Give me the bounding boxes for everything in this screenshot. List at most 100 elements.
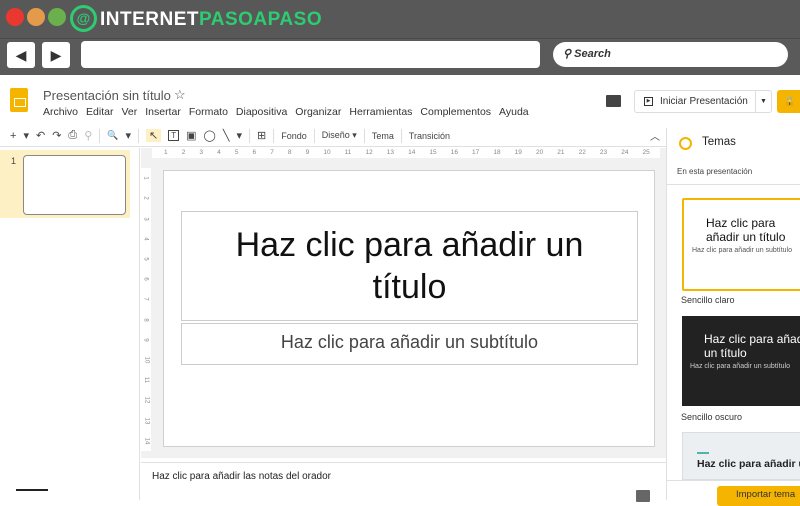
image-icon[interactable]: ▣ [186,129,196,142]
present-button[interactable]: ▶ Iniciar Presentación ▼ [634,90,772,113]
theme-card-dark[interactable]: Haz clic para añadir un título Haz clic … [682,316,800,406]
import-theme-button[interactable]: Importar tema [717,486,800,506]
paint-format-icon[interactable]: ⚲ [84,129,92,142]
ruler-tick-label: 1 [164,149,168,156]
theme-card[interactable]: Haz clic para añadir un título [682,432,800,480]
theme-card-title: Haz clic para añadir un título [706,216,786,244]
divider [99,128,101,143]
star-icon[interactable]: ☆ [174,87,186,103]
ruler-tick-label: 4 [143,237,149,241]
ruler-tick-label: 13 [143,417,149,424]
subtitle-placeholder[interactable]: Haz clic para añadir un subtítulo [181,323,638,365]
zoom-dropdown[interactable]: ▾ [126,129,132,142]
layout-button[interactable]: Diseño ▾ [322,130,357,141]
add-comment-icon[interactable]: ⊞ [257,129,266,142]
menu-insertar[interactable]: Insertar [145,106,181,118]
comments-icon[interactable] [606,95,621,107]
divider [400,128,402,143]
ruler-tick-label: 22 [578,149,586,156]
filmstrip-scrollbar[interactable] [16,489,48,491]
menu-editar[interactable]: Editar [86,106,113,118]
browser-titlebar: @ INTERNETPASOAPASO [0,0,800,38]
slide[interactable]: Haz clic para añadir un título Haz clic … [163,170,655,447]
share-button[interactable]: 🔒 [777,90,800,113]
maximize-window-button[interactable] [48,8,66,26]
menu-herramientas[interactable]: Herramientas [349,106,412,118]
explore-icon[interactable] [636,490,650,502]
back-button[interactable]: ◀ [7,42,35,68]
ruler-tick-label: 2 [143,196,149,200]
brand-logo-icon: @ [70,5,97,32]
search-icon: ⚲ [563,48,575,60]
theme-label: Sencillo oscuro [681,412,743,422]
theme-label: Sencillo claro [681,295,735,305]
title-placeholder[interactable]: Haz clic para añadir un título [181,211,638,321]
forward-button[interactable]: ▶ [42,42,70,68]
speaker-notes-placeholder[interactable]: Haz clic para añadir las notas del orado… [152,471,331,482]
theme-card-light[interactable]: Haz clic para añadir un título Haz clic … [682,198,800,291]
speaker-notes[interactable]: Haz clic para añadir las notas del orado… [141,462,666,502]
shape-icon[interactable]: ◯ [204,129,216,142]
ruler-tick-label: 12 [143,396,149,404]
collapse-toolbar-icon[interactable]: ︿ [650,128,660,143]
toolbar: + ▾ ↶ ↷ ⎙ ⚲ 🔍 ▾ ↖ T ▣ ◯ ╲ ▾ ⊞ Fondo Dise… [0,125,666,147]
line-dropdown[interactable]: ▾ [236,129,242,142]
slide-thumbnail[interactable] [23,155,126,215]
select-cursor-icon[interactable]: ↖ [146,129,162,142]
ruler-tick-label: 6 [143,277,149,281]
minimize-window-button[interactable] [27,8,45,26]
redo-icon[interactable]: ↷ [52,129,61,142]
new-slide-dropdown[interactable]: ▾ [23,129,29,142]
theme-button[interactable]: Tema [372,131,394,141]
brand-logo-text: INTERNETPASOAPASO [100,9,323,30]
vertical-ruler[interactable]: 1 2 3 4 5 6 7 8 9 10 11 12 13 14 [141,168,151,451]
new-slide-button[interactable]: + [10,130,16,142]
present-dropdown-button[interactable]: ▼ [755,91,771,112]
slide-filmstrip: 1 [0,148,140,500]
ruler-tick-label: 10 [143,356,149,364]
menu-ver[interactable]: Ver [121,106,137,118]
ruler-tick-label: 16 [450,149,458,156]
accent-bar [697,452,709,454]
undo-icon[interactable]: ↶ [36,129,45,142]
menu-diapositiva[interactable]: Diapositiva [236,106,287,118]
menu-archivo[interactable]: Archivo [43,106,78,118]
transition-button[interactable]: Transición [409,131,450,141]
search-input[interactable]: ⚲ Search [553,42,788,67]
close-window-button[interactable] [6,8,24,26]
ruler-tick-label: 3 [143,216,149,221]
divider [249,128,251,143]
line-icon[interactable]: ╲ [223,129,230,142]
ruler-tick-label: 7 [143,297,149,301]
ruler-tick-label: 19 [514,149,522,156]
themes-panel: Temas En esta presentación Haz clic para… [666,128,800,506]
menu-organizar[interactable]: Organizar [295,106,341,118]
themes-section-label: En esta presentación [677,167,753,176]
ruler-tick-label: 8 [287,149,292,156]
menu-complementos[interactable]: Complementos [420,106,491,118]
ruler-tick-label: 2 [181,149,186,156]
ruler-tick-label: 13 [386,149,395,156]
textbox-icon[interactable]: T [168,130,180,141]
address-bar[interactable] [81,41,540,68]
palette-icon [679,137,692,150]
zoom-icon[interactable]: 🔍 [107,130,118,141]
horizontal-ruler[interactable]: 1 2 3 4 5 6 7 8 9 10 11 12 13 14 15 16 17 18 19 20 21 22 23 24 2… [152,148,660,158]
background-button[interactable]: Fondo [281,131,307,141]
slide-number: 1 [11,156,17,166]
browser-navbar: ◀ ▶ ⚲ Search [0,38,800,75]
menu-formato[interactable]: Formato [189,106,228,118]
themes-panel-title: Temas [702,136,736,148]
ruler-tick-label: 15 [429,149,437,156]
slides-logo-icon[interactable] [10,88,28,112]
document-title[interactable]: Presentación sin título [43,88,171,103]
slide-thumbnail-row[interactable]: 1 [0,150,130,218]
ruler-tick-label: 6 [252,149,257,156]
menu-ayuda[interactable]: Ayuda [499,106,529,118]
ruler-tick-label: 9 [305,149,310,156]
print-icon[interactable]: ⎙ [68,129,77,142]
themes-footer: Importar tema [667,480,800,506]
ruler-tick-label: 23 [599,149,608,156]
theme-card-subtitle: Haz clic para añadir un subtítulo [692,247,792,254]
ruler-tick-label: 11 [344,149,352,156]
